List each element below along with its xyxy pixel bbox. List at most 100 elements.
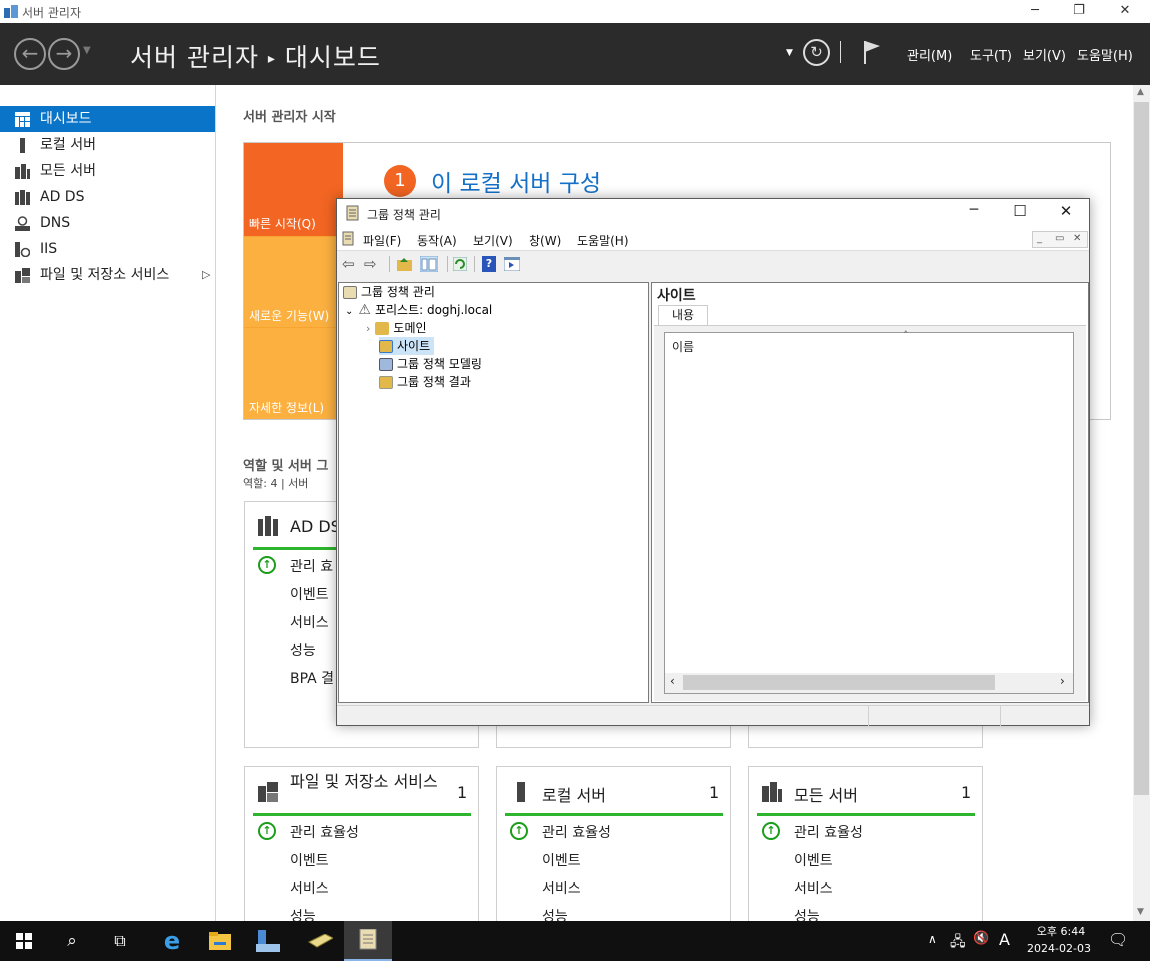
tile-row-events[interactable]: 이벤트 — [542, 850, 581, 870]
task-view-icon[interactable]: ⧉ — [96, 921, 144, 961]
tree-node-results[interactable]: 그룹 정책 결과 — [379, 373, 471, 391]
history-dropdown-icon[interactable]: ▼ — [83, 45, 91, 56]
tile-row-events[interactable]: 이벤트 — [794, 850, 833, 870]
toolbar-action-pane-icon[interactable] — [504, 257, 520, 271]
breadcrumb-app[interactable]: 서버 관리자 — [130, 43, 259, 72]
sidebar-item-ad-ds[interactable]: AD DS — [0, 184, 215, 210]
tile-title: 로컬 서버 — [542, 786, 606, 805]
tile-row-bpa[interactable]: BPA 결 — [290, 668, 334, 688]
tab-learn-more[interactable]: 자세한 정보(L) — [244, 327, 343, 419]
tile-all-servers[interactable]: 모든 서버 1 ↑ 관리 효율성 이벤트 서비스 성능 — [748, 766, 983, 926]
notification-center-icon[interactable]: 🗨 — [1108, 930, 1128, 949]
mdi-close-button[interactable]: ✕ — [1073, 233, 1081, 244]
toolbar-back-icon[interactable]: ⇦ — [342, 255, 355, 273]
tool-taskbar-icon[interactable] — [296, 921, 344, 961]
main-scrollbar[interactable]: ▲ ▼ — [1133, 85, 1150, 921]
start-button[interactable] — [0, 921, 48, 961]
restore-button[interactable]: ❐ — [1056, 0, 1102, 23]
refresh-dropdown-icon[interactable]: ▼ — [786, 48, 793, 58]
tile-file-storage[interactable]: 파일 및 저장소 서비스 1 ↑ 관리 효율성 이벤트 서비스 성능 — [244, 766, 479, 926]
gpm-maximize-button[interactable]: ☐ — [998, 202, 1042, 220]
tree-node-forest[interactable]: ⌄ ⚠ 포리스트: doghj.local — [345, 301, 492, 319]
scroll-thumb[interactable] — [683, 675, 995, 690]
scroll-right-icon[interactable]: › — [1060, 674, 1065, 688]
minimize-button[interactable]: ─ — [1012, 0, 1058, 23]
sidebar-item-all-servers[interactable]: 모든 서버 — [0, 158, 215, 184]
server-manager-taskbar-icon[interactable] — [244, 921, 292, 961]
clock-time[interactable]: 오후 6:44 — [1030, 923, 1092, 939]
horizontal-scrollbar[interactable]: ‹ › — [665, 673, 1073, 693]
tree-node-modeling[interactable]: 그룹 정책 모델링 — [379, 355, 482, 373]
gpm-menu-file[interactable]: 파일(F) — [363, 232, 401, 249]
toolbar-forward-icon[interactable]: ⇨ — [364, 255, 377, 273]
notifications-flag-icon[interactable] — [862, 39, 882, 65]
tree-node-sites[interactable]: 사이트 — [379, 337, 435, 355]
tile-status-bar — [253, 813, 471, 816]
toolbar-show-hide-tree-icon[interactable] — [420, 256, 438, 272]
menu-tools[interactable]: 도구(T) — [970, 45, 1012, 64]
tile-row-events[interactable]: 이벤트 — [290, 850, 329, 870]
volume-muted-icon[interactable]: 🔇 — [973, 931, 989, 946]
mdi-restore-button[interactable]: ▭ — [1055, 233, 1064, 244]
refresh-icon[interactable]: ↻ — [803, 39, 830, 66]
tile-local-server[interactable]: 로컬 서버 1 ↑ 관리 효율성 이벤트 서비스 성능 — [496, 766, 731, 926]
gpm-titlebar[interactable]: 그룹 정책 관리 ─ ☐ ✕ — [337, 199, 1089, 227]
toolbar-help-icon[interactable]: ? — [482, 256, 496, 272]
gpm-menu-view[interactable]: 보기(V) — [473, 232, 513, 249]
gpm-close-button[interactable]: ✕ — [1044, 202, 1088, 220]
sidebar-item-dns[interactable]: DNS — [0, 210, 215, 236]
tree-node-domains[interactable]: › 도메인 — [366, 319, 427, 337]
tree-collapse-icon[interactable]: ⌄ — [345, 306, 353, 317]
menu-manage[interactable]: 관리(M) — [907, 45, 952, 64]
scroll-thumb[interactable] — [1134, 102, 1149, 795]
forward-button[interactable]: → — [48, 38, 80, 70]
tile-row-performance[interactable]: 성능 — [290, 640, 316, 660]
gpm-menu-window[interactable]: 창(W) — [529, 232, 561, 249]
gpm-window[interactable]: 그룹 정책 관리 ─ ☐ ✕ 파일(F) 동작(A) 보기(V) 창(W) 도움… — [336, 198, 1090, 726]
tab-whats-new[interactable]: 새로운 기능(W) — [244, 236, 343, 327]
network-icon[interactable]: 🖧 — [950, 931, 966, 955]
tile-row-services[interactable]: 서비스 — [290, 612, 329, 632]
toolbar-refresh-icon[interactable] — [453, 257, 467, 271]
tile-row-manageability[interactable]: 관리 효율성 — [290, 822, 359, 842]
toolbar-up-folder-icon[interactable] — [397, 257, 412, 271]
tray-overflow-icon[interactable]: ∧ — [928, 932, 937, 946]
tab-contents[interactable]: 내용 — [658, 305, 708, 326]
tile-row-services[interactable]: 서비스 — [290, 878, 329, 898]
tile-row-manageability[interactable]: 관리 효 — [290, 556, 333, 576]
scroll-down-icon[interactable]: ▼ — [1137, 907, 1144, 917]
scroll-left-icon[interactable]: ‹ — [670, 674, 675, 688]
clock-date[interactable]: 2024-02-03 — [1022, 942, 1096, 955]
search-icon[interactable]: ⌕ — [48, 921, 96, 961]
configure-local-server-link[interactable]: 이 로컬 서버 구성 — [431, 164, 601, 198]
gpm-minimize-button[interactable]: ─ — [952, 202, 996, 218]
tab-quick-start[interactable]: 빠른 시작(Q) — [244, 143, 343, 236]
menu-help[interactable]: 도움말(H) — [1077, 45, 1133, 64]
gpm-menu-help[interactable]: 도움말(H) — [577, 232, 629, 249]
tree-node-root[interactable]: 그룹 정책 관리 — [343, 283, 435, 301]
close-button[interactable]: ✕ — [1102, 0, 1148, 23]
sidebar-item-dashboard[interactable]: 대시보드 — [0, 106, 215, 132]
sidebar-item-local-server[interactable]: 로컬 서버 — [0, 132, 215, 158]
gpm-taskbar-icon[interactable] — [344, 921, 392, 961]
tile-row-services[interactable]: 서비스 — [542, 878, 581, 898]
tile-row-manageability[interactable]: 관리 효율성 — [794, 822, 863, 842]
column-header-name[interactable]: 이름 — [672, 338, 694, 355]
sidebar-item-file-storage[interactable]: 파일 및 저장소 서비스 ▷ — [0, 262, 215, 288]
ie-icon[interactable]: e — [148, 921, 196, 961]
mdi-minimize-button[interactable]: _ — [1037, 233, 1042, 244]
gpm-menu-action[interactable]: 동작(A) — [417, 232, 457, 249]
menu-view[interactable]: 보기(V) — [1023, 45, 1066, 64]
back-button[interactable]: ← — [14, 38, 46, 70]
gpm-menu-icon[interactable] — [341, 231, 356, 246]
expand-arrow-icon[interactable]: ▷ — [202, 262, 210, 288]
file-explorer-icon[interactable] — [196, 921, 244, 961]
tile-row-manageability[interactable]: 관리 효율성 — [542, 822, 611, 842]
sidebar-item-iis[interactable]: IIS — [0, 236, 215, 262]
tile-row-events[interactable]: 이벤트 — [290, 584, 329, 604]
tile-row-services[interactable]: 서비스 — [794, 878, 833, 898]
tile-count: 1 — [961, 783, 972, 802]
ime-indicator[interactable]: A — [999, 930, 1010, 949]
scroll-up-icon[interactable]: ▲ — [1137, 87, 1144, 97]
tree-expand-icon[interactable]: › — [366, 322, 370, 335]
